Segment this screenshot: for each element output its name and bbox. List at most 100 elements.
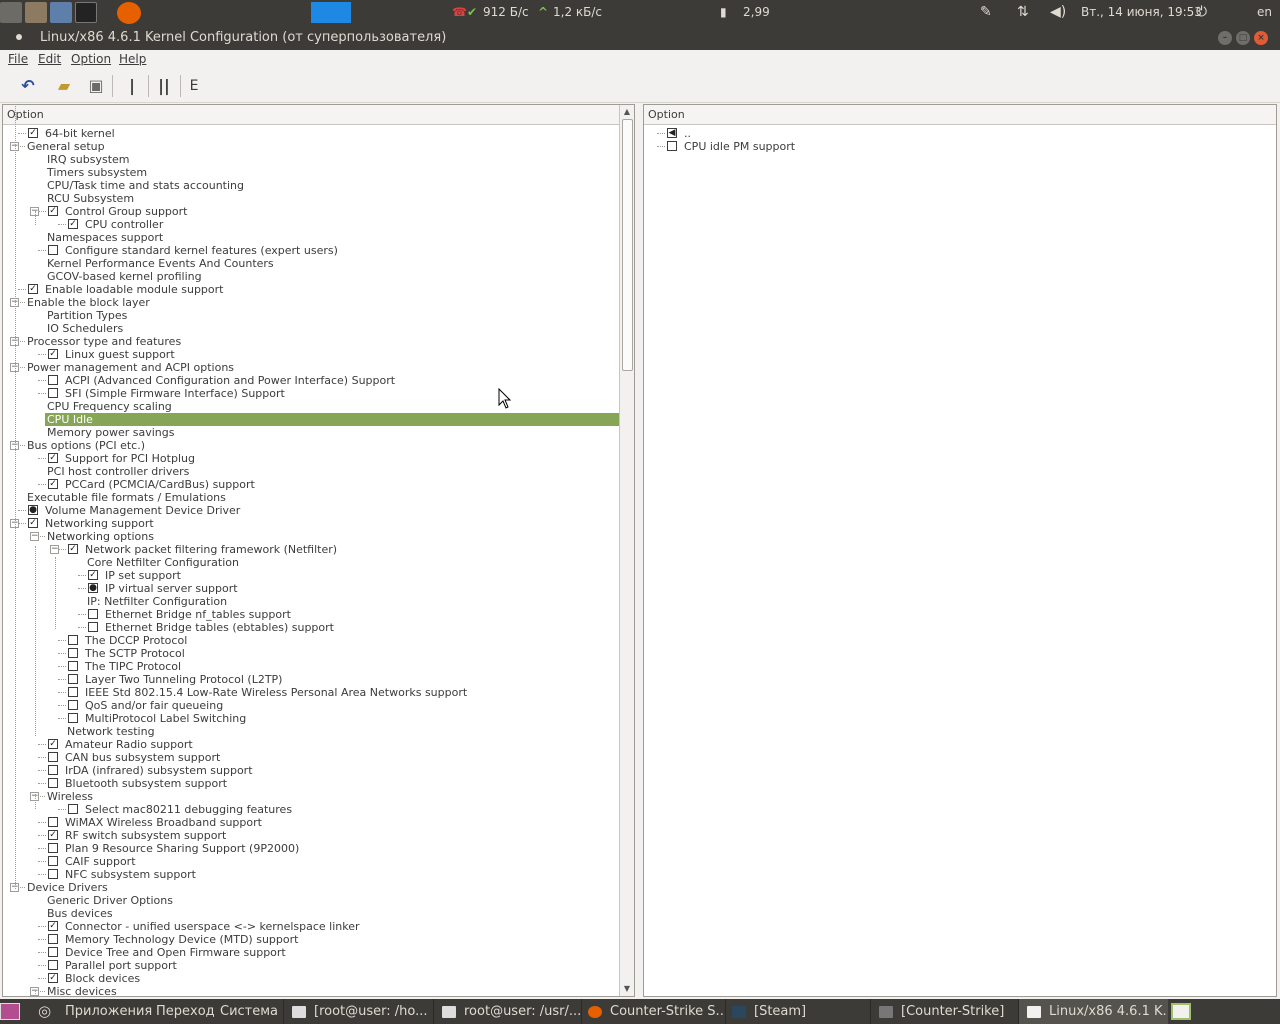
show-desktop-icon[interactable]	[0, 999, 24, 1024]
option-checkbox[interactable]	[48, 960, 58, 970]
tree-row[interactable]: Ethernet Bridge tables (ebtables) suppor…	[105, 621, 334, 634]
taskbar-item-active[interactable]: Linux/x86 4.6.1 K...	[1018, 999, 1168, 1024]
terminal-launcher-icon[interactable]	[75, 2, 97, 23]
taskbar-item[interactable]: Counter-Strike S...	[581, 999, 725, 1024]
option-checkbox[interactable]	[68, 674, 78, 684]
option-checkbox[interactable]	[48, 817, 58, 827]
tree-row[interactable]: Ethernet Bridge nf_tables support	[105, 608, 291, 621]
workspace-switcher-icon[interactable]	[1171, 999, 1193, 1024]
tree-row[interactable]: The DCCP Protocol	[85, 634, 187, 647]
option-checkbox[interactable]: ✓	[28, 128, 38, 138]
tree-row[interactable]: ..	[684, 127, 691, 140]
option-checkbox[interactable]: ✓	[48, 973, 58, 983]
option-checkbox[interactable]	[48, 934, 58, 944]
tree-row[interactable]: RF switch subsystem support	[65, 829, 226, 842]
option-checkbox[interactable]	[48, 765, 58, 775]
option-column-header[interactable]: Option	[3, 105, 620, 125]
tree-row[interactable]: Memory Technology Device (MTD) support	[65, 933, 298, 946]
tree-row[interactable]: Volume Management Device Driver	[45, 504, 240, 517]
option-checkbox[interactable]: ●	[88, 583, 98, 593]
tree-row[interactable]: Enable loadable module support	[45, 283, 223, 296]
option-checkbox[interactable]: ✓	[48, 206, 58, 216]
option-checkbox[interactable]: ✓	[48, 349, 58, 359]
tree-row[interactable]: CPU controller	[85, 218, 163, 231]
tree-row[interactable]: Device Drivers	[27, 881, 108, 894]
menu-system[interactable]: Система	[220, 999, 278, 1024]
tree-row[interactable]: General setup	[27, 140, 105, 153]
menu-edit[interactable]: Edit	[38, 52, 61, 66]
tree-row[interactable]: Generic Driver Options	[47, 894, 173, 907]
tree-row[interactable]: Network testing	[67, 725, 155, 738]
tree-row[interactable]: Bluetooth subsystem support	[65, 777, 227, 790]
menu-option[interactable]: Option	[71, 52, 111, 66]
tree-row[interactable]: IP virtual server support	[105, 582, 238, 595]
taskbar-item[interactable]: [root@user: /ho...	[283, 999, 433, 1024]
option-checkbox[interactable]: ✓	[88, 570, 98, 580]
tree-row[interactable]: The TIPC Protocol	[85, 660, 181, 673]
tree-row[interactable]: MultiProtocol Label Switching	[85, 712, 246, 725]
option-checkbox[interactable]	[48, 947, 58, 957]
tree-row[interactable]: Core Netfilter Configuration	[87, 556, 239, 569]
back-arrow-icon[interactable]: ↶	[16, 74, 40, 98]
minimize-icon[interactable]: –	[1218, 31, 1232, 45]
steam-tray-icon[interactable]: ✎	[980, 0, 992, 25]
tree-row[interactable]: Bus options (PCI etc.)	[27, 439, 145, 452]
tree-row[interactable]: Power management and ACPI options	[27, 361, 234, 374]
menu-applications[interactable]: Приложения	[65, 999, 152, 1024]
tree-row[interactable]: IP set support	[105, 569, 181, 582]
tree-row[interactable]: Device Tree and Open Firmware support	[65, 946, 286, 959]
tree-row[interactable]: CPU Idle	[45, 413, 620, 426]
tree-row[interactable]: Networking support	[45, 517, 154, 530]
tree-row[interactable]: GCOV-based kernel profiling	[47, 270, 202, 283]
tree-row[interactable]: Memory power savings	[47, 426, 174, 439]
tree-expander-icon[interactable]: −	[30, 532, 39, 541]
tree-row[interactable]: IP: Netfilter Configuration	[87, 595, 227, 608]
taskbar-item[interactable]: [Counter-Strike]	[870, 999, 1018, 1024]
option-checkbox[interactable]: ✓	[68, 219, 78, 229]
scroll-down-icon[interactable]: ▼	[620, 983, 634, 995]
tree-row[interactable]: The SCTP Protocol	[85, 647, 185, 660]
tree-row[interactable]: PCCard (PCMCIA/CardBus) support	[65, 478, 255, 491]
tree-row[interactable]: Kernel Performance Events And Counters	[47, 257, 274, 270]
option-checkbox[interactable]	[48, 375, 58, 385]
tree-row[interactable]: CAN bus subsystem support	[65, 751, 220, 764]
tree-row[interactable]: RCU Subsystem	[47, 192, 134, 205]
tree-row[interactable]: Block devices	[65, 972, 140, 985]
option-checkbox[interactable]: ✓	[48, 739, 58, 749]
tree-row[interactable]: Plan 9 Resource Sharing Support (9P2000)	[65, 842, 299, 855]
full-view-icon[interactable]: E	[182, 74, 206, 98]
tree-row[interactable]: ACPI (Advanced Configuration and Power I…	[65, 374, 395, 387]
option-checkbox[interactable]: ✓	[68, 544, 78, 554]
virtualbox-launcher-icon[interactable]	[50, 2, 72, 23]
single-view-icon[interactable]: |	[120, 74, 144, 98]
tree-row[interactable]: Linux guest support	[65, 348, 175, 361]
tree-row[interactable]: Bus devices	[47, 907, 113, 920]
tree-row[interactable]: Networking options	[47, 530, 154, 543]
tree-row[interactable]: Namespaces support	[47, 231, 163, 244]
tree-row[interactable]: IRQ subsystem	[47, 153, 130, 166]
save-disk-icon[interactable]: ▣	[84, 74, 108, 98]
option-checkbox[interactable]	[68, 635, 78, 645]
keyboard-layout[interactable]: en	[1257, 0, 1272, 25]
volume-icon[interactable]: ◀)	[1050, 0, 1066, 25]
firefox-launcher-icon[interactable]	[117, 2, 141, 24]
scrollbar-thumb[interactable]	[622, 119, 633, 371]
tree-expander-icon[interactable]: −	[50, 545, 59, 554]
back-icon[interactable]: ◀	[667, 128, 677, 138]
option-checkbox[interactable]: ✓	[48, 921, 58, 931]
option-checkbox[interactable]: ✓	[28, 518, 38, 528]
tools-launcher-icon[interactable]	[0, 2, 22, 23]
tree-row[interactable]: CAIF support	[65, 855, 136, 868]
tree-row[interactable]: Executable file formats / Emulations	[27, 491, 226, 504]
tree-row[interactable]: Layer Two Tunneling Protocol (L2TP)	[85, 673, 282, 686]
tree-row[interactable]: 64-bit kernel	[45, 127, 115, 140]
workspace-indicator[interactable]	[311, 2, 351, 23]
tree-row[interactable]: Enable the block layer	[27, 296, 150, 309]
tree-row[interactable]: Timers subsystem	[47, 166, 147, 179]
clock[interactable]: Вт., 14 июня, 19:53	[1081, 0, 1202, 25]
tree-row[interactable]: WiMAX Wireless Broadband support	[65, 816, 262, 829]
tree-row[interactable]: Amateur Radio support	[65, 738, 193, 751]
menu-help[interactable]: Help	[119, 52, 146, 66]
option-checkbox[interactable]	[48, 245, 58, 255]
split-view-icon[interactable]: ||	[152, 74, 176, 98]
